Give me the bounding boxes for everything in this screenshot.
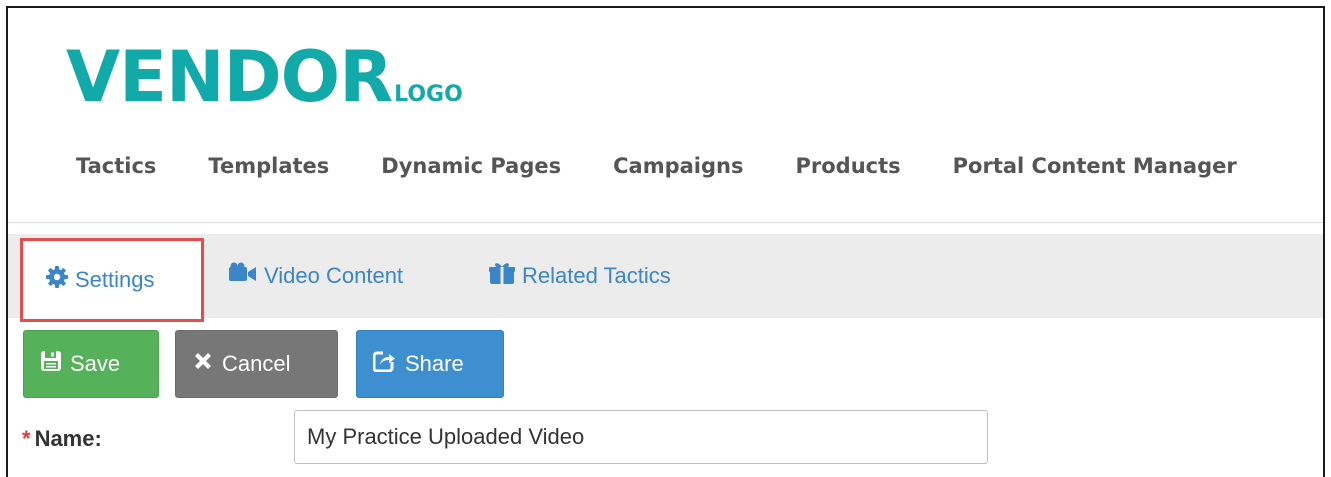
video-camera-icon	[228, 261, 264, 291]
floppy-disk-icon	[40, 350, 70, 378]
vendor-logo: VENDOR LOGO	[66, 42, 463, 112]
cancel-button[interactable]: Cancel	[175, 330, 338, 398]
name-input[interactable]	[294, 410, 988, 464]
app-frame: VENDOR LOGO Tactics Templates Dynamic Pa…	[6, 6, 1325, 477]
share-button[interactable]: Share	[356, 330, 504, 398]
logo-main-text: VENDOR	[66, 36, 393, 118]
nav-item-templates[interactable]: Templates	[208, 154, 329, 178]
close-icon	[192, 350, 222, 378]
top-navigation: Tactics Templates Dynamic Pages Campaign…	[76, 154, 1237, 178]
nav-item-portal-content-manager[interactable]: Portal Content Manager	[953, 154, 1237, 178]
share-button-label: Share	[405, 351, 464, 376]
save-button-label: Save	[70, 351, 121, 376]
nav-item-tactics[interactable]: Tactics	[76, 154, 156, 178]
tab-bar: Settings Video Content Related Tactics	[8, 234, 1323, 322]
logo-sub-text: LOGO	[394, 82, 463, 107]
tab-related-tactics[interactable]: Related Tactics	[488, 234, 671, 318]
name-label-text: Name:	[34, 426, 102, 451]
nav-item-dynamic-pages[interactable]: Dynamic Pages	[381, 154, 561, 178]
gift-icon	[488, 261, 522, 291]
tab-video-content-label: Video Content	[264, 263, 404, 288]
name-field-label: * Name:	[22, 426, 102, 452]
cancel-button-label: Cancel	[222, 351, 291, 376]
save-button[interactable]: Save	[23, 330, 159, 398]
tab-video-content[interactable]: Video Content	[228, 234, 403, 318]
tab-settings[interactable]: Settings	[20, 238, 204, 322]
nav-divider	[8, 222, 1323, 223]
nav-item-products[interactable]: Products	[795, 154, 900, 178]
tab-settings-label: Settings	[75, 267, 155, 292]
required-marker: *	[22, 426, 31, 451]
share-icon	[372, 350, 405, 378]
nav-item-campaigns[interactable]: Campaigns	[613, 154, 743, 178]
tab-related-tactics-label: Related Tactics	[522, 263, 671, 288]
gear-icon	[45, 265, 75, 295]
